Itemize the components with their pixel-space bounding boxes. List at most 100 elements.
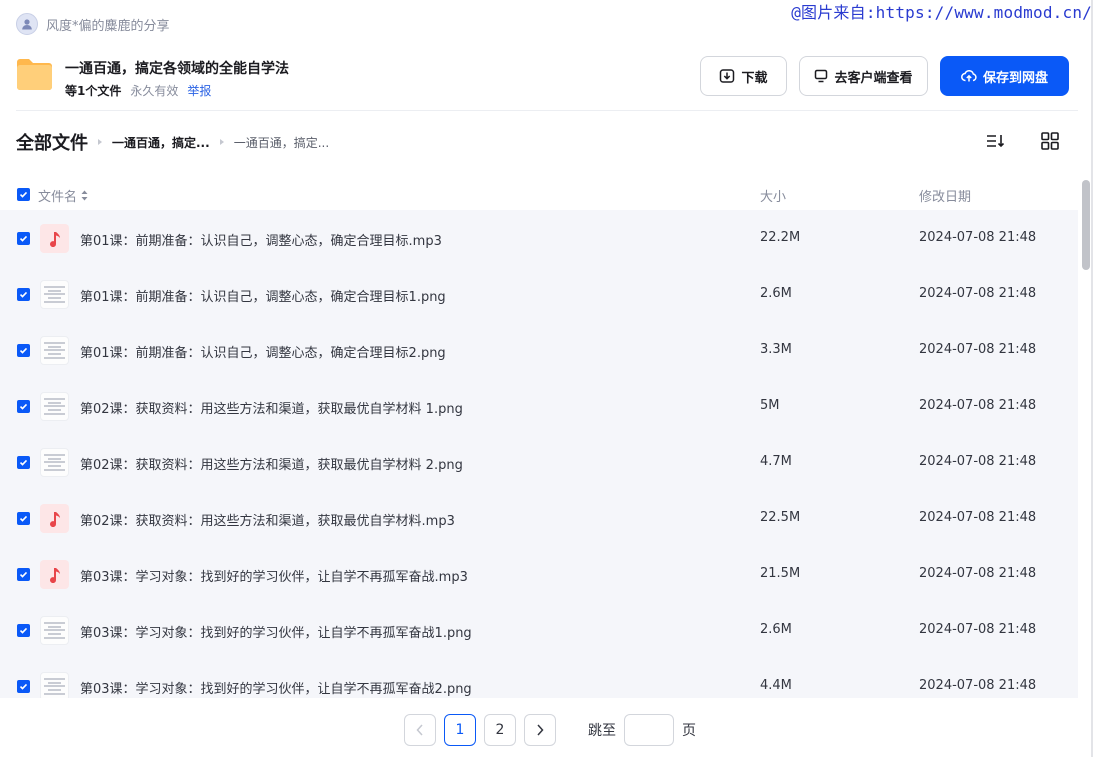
jump-label: 跳至 <box>588 723 616 739</box>
sort-icon[interactable] <box>983 129 1007 153</box>
check-icon <box>19 347 28 354</box>
file-row[interactable]: 第03课：学习对象：找到好的学习伙伴，让自学不再孤军奋战2.png 4.4M 202… <box>0 658 1078 698</box>
file-date: 2024-07-08 21:48 <box>919 286 1037 301</box>
check-icon <box>19 627 28 634</box>
image-thumbnail <box>40 280 69 309</box>
column-date-header: 修改日期 <box>919 190 972 205</box>
grid-view-icon[interactable] <box>1038 129 1062 153</box>
file-size: 4.4M <box>760 678 792 693</box>
column-size-header: 大小 <box>760 190 787 205</box>
file-list-header: 文件名 大小 修改日期 <box>0 178 1078 210</box>
file-row[interactable]: 第02课：获取资料：用这些方法和渠道，获取最优自学材料.mp3 22.5M 2024… <box>0 490 1078 546</box>
save-to-netdisk-button[interactable]: 保存到网盘 <box>940 56 1069 96</box>
column-name-label: 文件名 <box>38 190 78 205</box>
check-icon <box>19 571 28 578</box>
check-icon <box>19 191 28 198</box>
row-checkbox[interactable] <box>17 288 30 301</box>
select-all-checkbox[interactable] <box>17 188 30 201</box>
file-date: 2024-07-08 21:48 <box>919 454 1037 469</box>
row-checkbox[interactable] <box>17 512 30 525</box>
breadcrumb-separator-icon <box>98 139 102 145</box>
file-row[interactable]: 第02课：获取资料：用这些方法和渠道，获取最优自学材料 2.png 4.7M 202… <box>0 434 1078 490</box>
check-icon <box>19 291 28 298</box>
file-row[interactable]: 第01课：前期准备：认识自己，调整心态，确定合理目标2.png 3.3M 2024-… <box>0 322 1078 378</box>
file-date: 2024-07-08 21:48 <box>919 622 1037 637</box>
row-checkbox[interactable] <box>17 680 30 693</box>
breadcrumb-item[interactable]: 一通百通，搞定... <box>112 134 210 151</box>
file-row[interactable]: 第03课：学习对象：找到好的学习伙伴，让自学不再孤军奋战.mp3 21.5M 202… <box>0 546 1078 602</box>
file-size: 22.5M <box>760 510 801 525</box>
image-thumbnail <box>40 448 69 477</box>
music-note-icon <box>49 511 60 527</box>
download-label: 下载 <box>741 69 768 85</box>
save-label: 保存到网盘 <box>982 69 1048 85</box>
share-header: 一通百通，搞定各领域的全能自学法 等1个文件 永久有效 举报 <box>16 56 289 99</box>
header-divider <box>16 110 1078 111</box>
file-row[interactable]: 第01课：前期准备：认识自己，调整心态，确定合理目标1.png 2.6M 2024-… <box>0 266 1078 322</box>
file-name[interactable]: 第03课：学习对象：找到好的学习伙伴，让自学不再孤军奋战2.png <box>80 678 472 697</box>
row-checkbox[interactable] <box>17 400 30 413</box>
validity-text: 永久有效 <box>130 84 179 98</box>
download-icon <box>720 69 735 83</box>
row-checkbox[interactable] <box>17 232 30 245</box>
check-icon <box>19 235 28 242</box>
cloud-upload-icon <box>961 70 977 82</box>
file-date: 2024-07-08 21:48 <box>919 230 1037 245</box>
file-date: 2024-07-08 21:48 <box>919 398 1037 413</box>
next-page-button[interactable] <box>524 714 556 746</box>
file-size: 2.6M <box>760 622 792 637</box>
file-name[interactable]: 第01课：前期准备：认识自己，调整心态，确定合理目标1.png <box>80 286 446 305</box>
file-date: 2024-07-08 21:48 <box>919 342 1037 357</box>
file-name[interactable]: 第02课：获取资料：用这些方法和渠道，获取最优自学材料 2.png <box>80 454 463 473</box>
row-checkbox[interactable] <box>17 344 30 357</box>
open-client-button[interactable]: 去客户端查看 <box>799 56 928 96</box>
file-name[interactable]: 第03课：学习对象：找到好的学习伙伴，让自学不再孤军奋战.mp3 <box>80 566 468 585</box>
file-list: 第01课：前期准备：认识自己，调整心态，确定合理目标.mp3 22.2M 2024-… <box>0 210 1078 698</box>
file-row[interactable]: 第03课：学习对象：找到好的学习伙伴，让自学不再孤军奋战1.png 2.6M 202… <box>0 602 1078 658</box>
page-button-1[interactable]: 1 <box>444 714 476 746</box>
file-size: 3.3M <box>760 342 792 357</box>
file-size: 22.2M <box>760 230 801 245</box>
breadcrumb-root[interactable]: 全部文件 <box>16 129 88 155</box>
monitor-icon <box>815 69 828 83</box>
breadcrumb-separator-icon <box>219 139 224 145</box>
file-name[interactable]: 第02课：获取资料：用这些方法和渠道，获取最优自学材料 1.png <box>80 398 463 417</box>
image-thumbnail <box>40 392 69 421</box>
chevron-left-icon <box>416 724 423 736</box>
download-button[interactable]: 下载 <box>700 56 787 96</box>
audio-file-icon <box>40 560 69 589</box>
file-date: 2024-07-08 21:48 <box>919 566 1037 581</box>
column-name-header[interactable]: 文件名 <box>38 186 88 205</box>
prev-page-button[interactable] <box>404 714 436 746</box>
scrollbar-thumb[interactable] <box>1082 180 1090 270</box>
page-button-2[interactable]: 2 <box>484 714 516 746</box>
image-thumbnail <box>40 672 69 698</box>
file-row[interactable]: 第01课：前期准备：认识自己，调整心态，确定合理目标.mp3 22.2M 2024-… <box>0 210 1078 266</box>
row-checkbox[interactable] <box>17 456 30 469</box>
file-row[interactable]: 第02课：获取资料：用这些方法和渠道，获取最优自学材料 1.png 5M 2024-… <box>0 378 1078 434</box>
check-icon <box>19 403 28 410</box>
report-link[interactable]: 举报 <box>187 82 211 99</box>
file-size: 5M <box>760 398 780 413</box>
breadcrumb-current: 一通百通，搞定... <box>233 135 330 150</box>
music-note-icon <box>49 231 60 247</box>
file-name[interactable]: 第02课：获取资料：用这些方法和渠道，获取最优自学材料.mp3 <box>80 510 455 529</box>
audio-file-icon <box>40 224 69 253</box>
file-name[interactable]: 第03课：学习对象：找到好的学习伙伴，让自学不再孤军奋战1.png <box>80 622 472 641</box>
check-icon <box>19 683 28 690</box>
check-icon <box>19 515 28 522</box>
audio-file-icon <box>40 504 69 533</box>
file-name[interactable]: 第01课：前期准备：认识自己，调整心态，确定合理目标2.png <box>80 342 446 361</box>
sort-arrows-icon <box>81 190 88 201</box>
file-name[interactable]: 第01课：前期准备：认识自己，调整心态，确定合理目标.mp3 <box>80 230 442 249</box>
page-unit-label: 页 <box>682 723 696 739</box>
breadcrumb: 全部文件 一通百通，搞定... 一通百通，搞定... <box>16 128 329 156</box>
folder-icon <box>17 59 52 90</box>
file-size: 21.5M <box>760 566 801 581</box>
avatar[interactable] <box>16 13 38 35</box>
chevron-right-icon <box>537 724 544 736</box>
row-checkbox[interactable] <box>17 624 30 637</box>
jump-page-input[interactable] <box>624 714 674 746</box>
pagination: 1 2 跳至 页 <box>404 714 696 746</box>
row-checkbox[interactable] <box>17 568 30 581</box>
